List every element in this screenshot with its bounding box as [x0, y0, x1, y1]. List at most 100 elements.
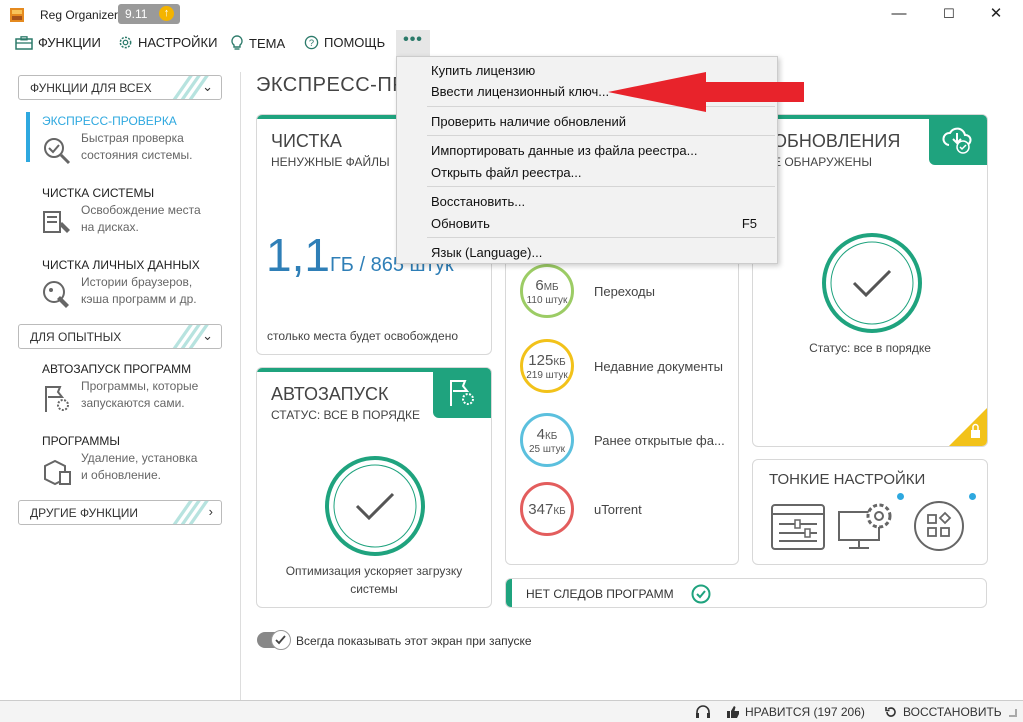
menu-item-language[interactable]: Язык (Language)... [431, 245, 542, 260]
menu-item-refresh[interactable]: Обновить [431, 216, 490, 231]
sidebar-item-clean-system-title: ЧИСТКА СИСТЕМЫ [42, 186, 155, 200]
check-icon [275, 635, 286, 645]
clean-card-note: столько места будет освобождено [267, 329, 459, 343]
trace-count: 219 штук [526, 370, 568, 381]
like-label: НРАВИТСЯ (197 206) [745, 705, 865, 719]
lightbulb-icon [231, 35, 243, 50]
like-button[interactable]: НРАВИТСЯ (197 206) [726, 705, 865, 719]
more-menu-button[interactable]: ••• [396, 30, 430, 56]
sidebar-item-programs[interactable]: ПРОГРАММЫ Удаление, установка и обновлен… [42, 434, 232, 486]
notification-dot [897, 493, 904, 500]
trace-label: Ранее открытые фа... [594, 432, 725, 448]
autorun-card-subtitle: СТАТУС: ВСЕ В ПОРЯДКЕ [271, 408, 420, 422]
maximize-button[interactable]: ☐ [937, 4, 961, 26]
menu-item-enter-key[interactable]: Ввести лицензионный ключ... [431, 84, 609, 99]
page-title: ЭКСПРЕСС-ПР [256, 74, 407, 96]
sidebar-group-other[interactable]: ДРУГИЕ ФУНКЦИИ › [18, 500, 222, 525]
trace-ring: 347КБ [520, 482, 574, 536]
version-label: 9.11 [125, 7, 148, 21]
help-circle-icon: ? [304, 35, 319, 50]
menu-item-open-reg[interactable]: Открыть файл реестра... [431, 165, 582, 180]
autorun-card-note1: Оптимизация ускоряет загрузку [285, 564, 463, 578]
sidebar-item-express-desc2: состояния системы. [81, 148, 193, 162]
trace-unit: КБ [544, 431, 558, 442]
disk-clean-icon [43, 211, 70, 233]
trace-ring: 125КБ 219 штук [520, 339, 574, 393]
menu-theme-label: ТЕМА [249, 35, 286, 51]
privacy-clean-icon [43, 281, 69, 308]
sidebar-item-clean-personal[interactable]: ЧИСТКА ЛИЧНЫХ ДАННЫХ Истории браузеров, … [42, 258, 232, 308]
autorun-card-note2: системы [350, 582, 398, 596]
sidebar-group-all[interactable]: ФУНКЦИИ ДЛЯ ВСЕХ ⌄ [18, 75, 222, 100]
menu-settings[interactable]: НАСТРОЙКИ [118, 35, 217, 50]
sidebar-group-advanced[interactable]: ДЛЯ ОПЫТНЫХ ⌄ [18, 324, 222, 349]
red-arrow-annotation [608, 72, 804, 112]
trace-ring: 6МБ 110 штук [520, 264, 574, 318]
sidebar-group-all-label: ФУНКЦИИ ДЛЯ ВСЕХ [30, 81, 152, 95]
toggle-knob [271, 630, 291, 650]
menu-functions-label: ФУНКЦИИ [38, 35, 101, 50]
trace-row[interactable]: 6МБ 110 штук Переходы [520, 264, 734, 318]
minimize-button[interactable]: — [887, 4, 911, 26]
sidebar-item-clean-system-desc1: Освобождение места [81, 203, 201, 217]
sidebar-item-express-desc1: Быстрая проверка [81, 131, 184, 145]
menu-functions[interactable]: ФУНКЦИИ [15, 35, 101, 50]
trace-row[interactable]: 347КБ uTorrent [520, 482, 734, 536]
sidebar-item-clean-personal-desc2: кэша программ и др. [81, 292, 197, 306]
trace-row[interactable]: 4КБ 25 штук Ранее открытые фа... [520, 413, 734, 467]
divider [240, 72, 241, 700]
menu-help[interactable]: ? ПОМОЩЬ [304, 35, 385, 50]
restore-button[interactable]: ВОССТАНОВИТЬ [884, 705, 1002, 719]
tweaks-card[interactable]: ТОНКИЕ НАСТРОЙКИ [752, 459, 988, 565]
active-indicator [26, 112, 30, 162]
trace-label: Недавние документы [594, 358, 723, 374]
menu-item-restore[interactable]: Восстановить... [431, 194, 525, 209]
headset-icon[interactable] [695, 704, 711, 720]
clean-card-subtitle: НЕНУЖНЫЕ ФАЙЛЫ [271, 155, 390, 169]
status-ok-check-icon [325, 456, 425, 556]
sidebar-item-express[interactable]: ЭКСПРЕСС-ПРОВЕРКА Быстрая проверка состо… [42, 114, 232, 165]
clean-card-title: ЧИСТКА [271, 131, 342, 151]
card-accent [506, 579, 512, 607]
sidebar-item-clean-system[interactable]: ЧИСТКА СИСТЕМЫ Освобождение места на дис… [42, 186, 232, 236]
show-on-start-label: Всегда показывать этот экран при запуске [296, 634, 532, 648]
trace-count: 110 штук [526, 295, 568, 306]
settings-panel-icon [771, 504, 825, 550]
trace-size: 347 [528, 501, 554, 518]
sidebar-item-clean-personal-title: ЧИСТКА ЛИЧНЫХ ДАННЫХ [42, 258, 200, 272]
clean-size-number: 1,1 [266, 229, 330, 281]
thumbs-up-icon [727, 706, 739, 718]
check-circle-icon [691, 584, 711, 604]
resize-grip[interactable] [1009, 709, 1017, 717]
sidebar-item-programs-title: ПРОГРАММЫ [42, 434, 121, 448]
version-badge[interactable]: 9.11 ↑ [118, 4, 180, 24]
trace-unit: МБ [543, 282, 559, 293]
no-traces-label: НЕТ СЛЕДОВ ПРОГРАММ [526, 587, 674, 601]
updates-card-status: Статус: все в порядке [809, 341, 931, 355]
sidebar-item-autorun[interactable]: АВТОЗАПУСК ПРОГРАММ Программы, которые з… [42, 362, 232, 412]
app-logo-icon [10, 8, 24, 22]
update-arrow-icon: ↑ [159, 6, 174, 21]
trace-row[interactable]: 125КБ 219 штук Недавние документы [520, 339, 734, 393]
sidebar-group-advanced-label: ДЛЯ ОПЫТНЫХ [30, 330, 122, 344]
menu-item-check-updates[interactable]: Проверить наличие обновлений [431, 114, 626, 129]
menu-separator [427, 135, 775, 136]
menu-separator [427, 186, 775, 187]
trace-unit: КБ [553, 357, 566, 368]
sidebar-item-clean-system-desc2: на дисках. [81, 220, 139, 234]
updates-card[interactable]: ОБНОВЛЕНИЯ Е ОБНАРУЖЕНЫ Статус: все в по… [752, 114, 988, 447]
autorun-card[interactable]: АВТОЗАПУСК СТАТУС: ВСЕ В ПОРЯДКЕ Оптимиз… [256, 367, 492, 608]
menu-theme[interactable]: ТЕМА [230, 35, 285, 51]
show-on-start-toggle[interactable] [257, 630, 291, 650]
menu-separator [427, 237, 775, 238]
close-button[interactable]: ✕ [984, 4, 1008, 26]
title-bar: Reg Organizer 9.11 ↑ — ☐ ✕ [0, 0, 1023, 30]
menu-item-import-reg[interactable]: Импортировать данные из файла реестра... [431, 143, 697, 158]
trace-label: Переходы [594, 283, 655, 299]
sidebar-item-autorun-title: АВТОЗАПУСК ПРОГРАММ [42, 362, 192, 376]
no-traces-bar[interactable]: НЕТ СЛЕДОВ ПРОГРАММ [505, 578, 987, 608]
status-bar: НРАВИТСЯ (197 206) ВОССТАНОВИТЬ [0, 700, 1023, 722]
trace-ring: 4КБ 25 штук [520, 413, 574, 467]
menu-item-buy-license[interactable]: Купить лицензию [431, 63, 535, 78]
sidebar-item-express-title: ЭКСПРЕСС-ПРОВЕРКА [42, 114, 177, 128]
